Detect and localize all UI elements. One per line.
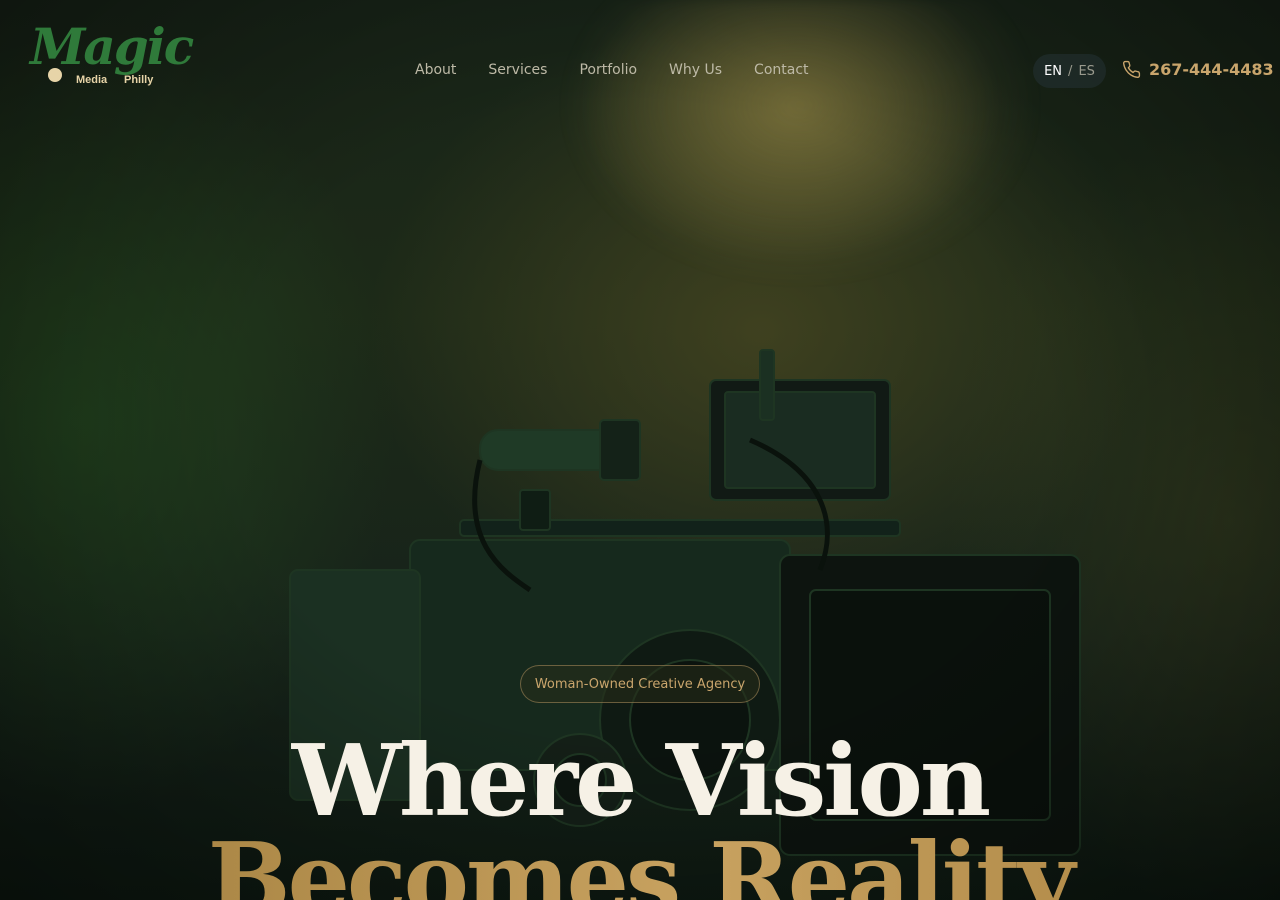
nav-link-services[interactable]: Services (488, 62, 547, 78)
main-nav: About Services Portfolio Why Us Contact (400, 62, 841, 78)
phone-link[interactable]: 267-444-4483 (1122, 60, 1274, 79)
logo-dot (48, 68, 62, 82)
language-separator: / (1068, 63, 1073, 79)
nav-link-why-us[interactable]: Why Us (669, 62, 722, 78)
nav-link-contact[interactable]: Contact (754, 62, 808, 78)
logo-script-text: Magic (30, 17, 194, 76)
phone-number: 267-444-4483 (1149, 60, 1274, 79)
language-switcher[interactable]: EN / ES (1033, 54, 1106, 88)
hero-title-line2: Becomes Reality (0, 826, 1280, 900)
language-option-en[interactable]: EN (1044, 64, 1062, 79)
logo-media-text: Media (76, 74, 108, 86)
hero-badge: Woman-Owned Creative Agency (520, 665, 760, 703)
nav-link-about[interactable]: About (415, 62, 456, 78)
nav-link-portfolio[interactable]: Portfolio (579, 62, 637, 78)
logo-philly-text: Philly (124, 74, 154, 86)
language-option-es[interactable]: ES (1078, 64, 1094, 79)
hero-title-line1: Where Vision (291, 724, 991, 839)
logo[interactable]: Magic Media Philly (30, 22, 194, 100)
site-header: Magic Media Philly About Services Portfo… (0, 0, 1280, 140)
phone-icon (1122, 60, 1141, 79)
